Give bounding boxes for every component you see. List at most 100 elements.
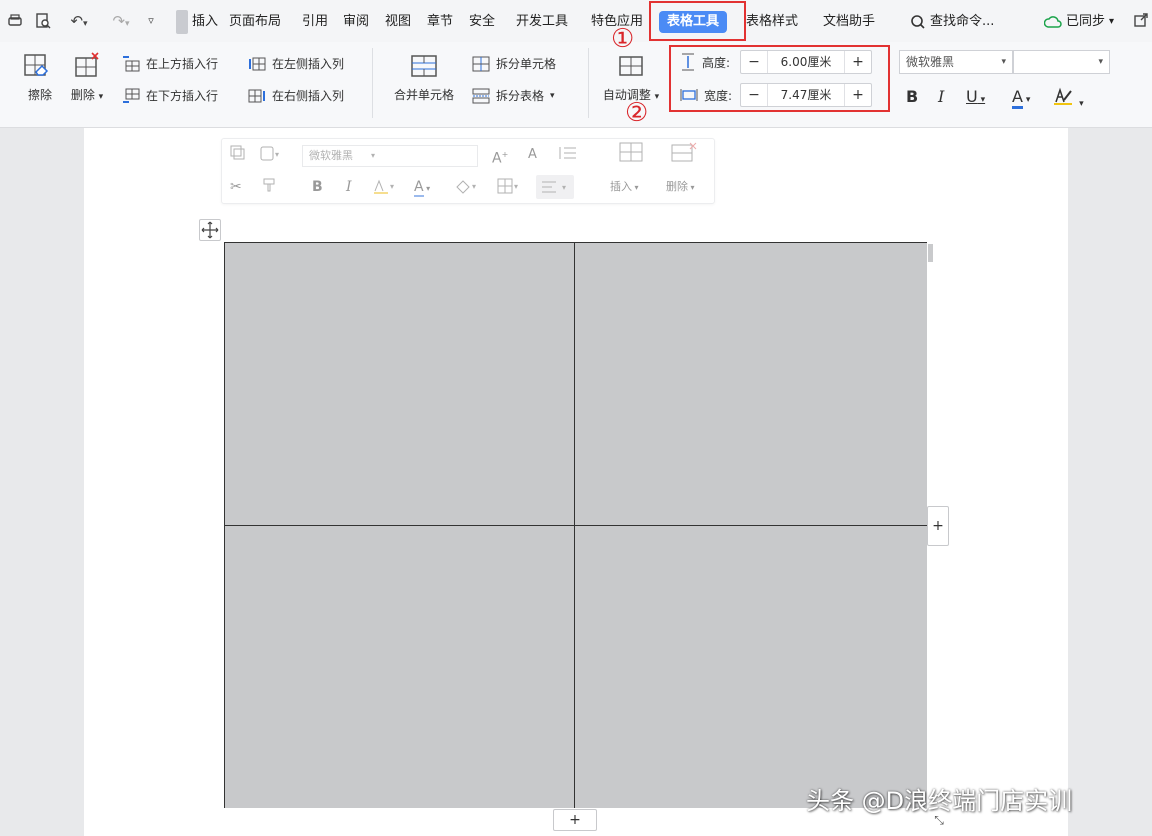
share-icon[interactable] (1132, 12, 1150, 30)
svg-text:▾: ▾ (472, 182, 476, 191)
paste-icon[interactable]: ▾ (260, 145, 282, 165)
tab-doc-assistant[interactable]: 文档助手 (823, 12, 875, 32)
add-column-button[interactable]: + (927, 506, 949, 546)
ribbon-divider (372, 48, 373, 118)
insert-col-left-button[interactable]: 在左侧插入列 (248, 54, 344, 74)
floating-format-toolbar: ▾ 微软雅黑 ▾ A+ A ✂ B I ▾ A ▾ ▾ ▾ ▾ 插入 ▾ 删除 … (221, 138, 715, 204)
tab-security[interactable]: 安全 (469, 12, 495, 32)
mini-font-family-select[interactable]: 微软雅黑 ▾ (302, 145, 478, 167)
autofit-button[interactable]: 自动调整 ▾ (596, 52, 666, 103)
table-cell[interactable] (225, 243, 575, 526)
underline-button[interactable]: U ▾ (966, 86, 985, 108)
mini-italic-button[interactable]: I (346, 177, 352, 197)
split-table-dropdown-icon: ▾ (550, 91, 555, 101)
align-icon[interactable]: ▾ (536, 175, 574, 199)
eraser-label: 擦除 (27, 88, 52, 102)
eraser-icon (24, 54, 49, 76)
sync-label: 已同步 (1066, 14, 1106, 29)
mini-bold-button[interactable]: B (312, 177, 323, 197)
mini-insert-table-icon[interactable] (618, 141, 644, 162)
insert-row-above-icon (123, 56, 140, 72)
mini-delete-table-icon[interactable] (670, 141, 698, 162)
tab-section[interactable]: 章节 (427, 12, 453, 32)
redo-icon[interactable]: ↷▾ (108, 12, 134, 30)
mini-insert-dropdown-icon: ▾ (632, 183, 639, 192)
delete-button[interactable]: 删除 ▾ (64, 52, 110, 103)
split-table-button[interactable]: 拆分表格 ▾ (472, 86, 555, 106)
tab-view[interactable]: 视图 (385, 12, 411, 32)
tab-developer[interactable]: 开发工具 (516, 12, 568, 32)
table-cell[interactable] (225, 526, 575, 808)
insert-row-below-label: 在下方插入行 (146, 89, 219, 103)
font-size-dropdown-icon: ▾ (1098, 57, 1103, 67)
highlight-size-controls-box (669, 45, 890, 112)
table-cell[interactable] (575, 243, 927, 526)
cut-icon[interactable]: ✂ (230, 177, 242, 197)
insert-row-below-icon (123, 88, 140, 103)
font-size-select[interactable]: ▾ (1013, 50, 1110, 74)
collapse-handle[interactable] (176, 10, 188, 34)
step-one-marker: ① (611, 24, 635, 54)
mini-font-color-dropdown-icon: ▾ (423, 184, 431, 193)
insert-col-right-icon (248, 89, 265, 103)
highlight-dropdown-icon: ▾ (1079, 99, 1084, 109)
insert-col-right-button[interactable]: 在右侧插入列 (248, 86, 344, 106)
search-icon (911, 15, 925, 29)
format-painter-icon[interactable] (260, 177, 278, 197)
cloud-sync-icon (1044, 16, 1062, 28)
shrink-font-icon[interactable]: A (528, 145, 537, 165)
column-resize-marker[interactable] (928, 244, 933, 262)
font-color-dropdown-icon: ▾ (1022, 95, 1031, 105)
fill-color-icon[interactable]: ▾ (454, 177, 480, 197)
eraser-button[interactable]: 擦除 (16, 52, 56, 103)
svg-text:▾: ▾ (562, 183, 566, 192)
command-search[interactable]: 查找命令... (910, 12, 994, 32)
underline-dropdown-icon: ▾ (977, 95, 986, 105)
line-spacing-icon[interactable] (558, 145, 578, 165)
font-color-button[interactable]: A ▾ (1012, 86, 1031, 109)
table[interactable] (224, 242, 927, 808)
italic-button[interactable]: I (938, 86, 944, 108)
tab-page-layout[interactable]: 页面布局 (229, 12, 281, 32)
insert-row-above-button[interactable]: 在上方插入行 (122, 54, 218, 74)
sync-status[interactable]: 已同步 ▾ (1044, 12, 1114, 32)
menu-bar: ↶▾ ↷▾ ▿ 插入 页面布局 引用 审阅 视图 章节 安全 开发工具 特色应用… (0, 0, 1152, 42)
merge-cells-label: 合并单元格 (393, 88, 454, 102)
border-icon[interactable]: ▾ (496, 177, 522, 197)
autofit-dropdown-icon: ▾ (654, 92, 660, 102)
print-preview-icon[interactable] (34, 12, 52, 30)
step-two-marker: ② (625, 98, 649, 128)
copy-icon[interactable] (230, 145, 246, 165)
highlight-button[interactable]: ▾ (1052, 86, 1084, 109)
split-table-label: 拆分表格 (496, 89, 545, 103)
move-icon (201, 221, 219, 239)
autofit-icon (619, 56, 643, 76)
add-row-button[interactable]: + (553, 809, 597, 831)
grow-font-icon[interactable]: A+ (492, 145, 508, 167)
tab-review[interactable]: 审阅 (343, 12, 369, 32)
mini-insert-label: 插入 (610, 180, 632, 193)
mini-font-color-button[interactable]: A ▾ (414, 177, 430, 197)
svg-text:▾: ▾ (390, 182, 394, 191)
print-icon[interactable] (6, 12, 24, 30)
split-cells-button[interactable]: 拆分单元格 (472, 54, 556, 74)
tab-references[interactable]: 引用 (302, 12, 328, 32)
customize-icon[interactable]: ▿ (142, 12, 160, 30)
sync-dropdown-icon: ▾ (1109, 16, 1115, 27)
table-move-handle[interactable] (199, 219, 221, 241)
tab-table-style[interactable]: 表格样式 (746, 12, 798, 32)
tab-insert[interactable]: 插入 (192, 12, 218, 32)
table-cell[interactable] (575, 526, 927, 808)
merge-cells-button[interactable]: 合并单元格 (384, 52, 464, 103)
insert-col-left-icon (249, 57, 266, 71)
insert-col-left-label: 在左侧插入列 (272, 57, 345, 71)
font-family-select[interactable]: 微软雅黑 ▾ (899, 50, 1013, 74)
mini-highlight-button[interactable]: ▾ (372, 177, 398, 197)
mini-font-family-value: 微软雅黑 (309, 149, 353, 162)
command-search-label: 查找命令... (930, 14, 995, 29)
svg-text:▾: ▾ (275, 150, 279, 159)
bold-button[interactable]: B (906, 86, 918, 108)
undo-icon[interactable]: ↶▾ (66, 12, 92, 30)
svg-text:▾: ▾ (514, 182, 518, 191)
insert-row-below-button[interactable]: 在下方插入行 (122, 86, 218, 106)
